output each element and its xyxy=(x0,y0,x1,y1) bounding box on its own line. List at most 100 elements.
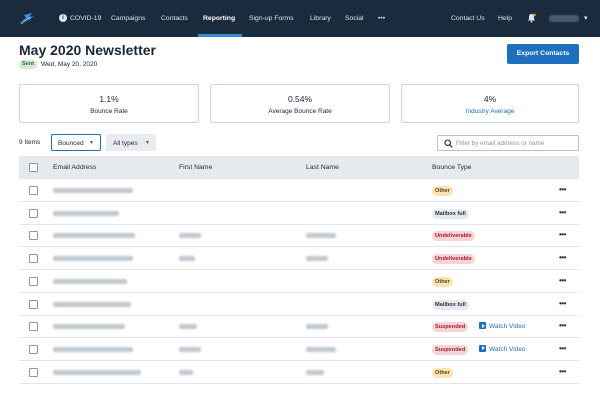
first-name-cell-redacted xyxy=(179,233,201,239)
last-name-cell-redacted xyxy=(306,233,336,239)
email-cell-redacted[interactable] xyxy=(53,188,133,193)
chevron-down-icon: ▾ xyxy=(90,140,94,146)
row-checkbox[interactable] xyxy=(29,322,38,332)
chevron-down-icon: ▾ xyxy=(146,140,150,146)
table-header: Email Address First Name Last Name Bounc… xyxy=(19,156,579,179)
nav-more[interactable]: ••• xyxy=(378,0,385,37)
email-cell-redacted[interactable] xyxy=(53,278,127,284)
row-checkbox[interactable] xyxy=(29,276,38,286)
last-name-cell-redacted xyxy=(306,346,336,352)
stat-value: 1.1% xyxy=(99,94,119,104)
row-checkbox[interactable] xyxy=(29,367,38,377)
row-more-actions-icon[interactable]: ••• xyxy=(559,253,566,263)
row-more-actions-icon[interactable]: ••• xyxy=(559,276,566,286)
row-checkbox[interactable] xyxy=(29,208,38,218)
column-bounce-type[interactable]: Bounce Type xyxy=(432,156,472,179)
watch-video-link[interactable]: Watch Video xyxy=(479,344,526,356)
nav-contact-us[interactable]: Contact Us xyxy=(451,0,485,37)
nav-covid[interactable]: COVID-19 xyxy=(70,0,101,37)
stat-label: Average Bounce Rate xyxy=(268,108,332,115)
column-first-name[interactable]: First Name xyxy=(179,156,212,179)
bounced-filter-label: Bounced xyxy=(58,140,84,147)
first-name-cell-redacted xyxy=(179,256,195,262)
user-menu[interactable] xyxy=(549,15,579,22)
items-count: 9 Items xyxy=(19,139,41,146)
nav-help[interactable]: Help xyxy=(498,0,512,37)
first-name-cell-redacted xyxy=(179,346,201,352)
column-last-name[interactable]: Last Name xyxy=(306,156,339,179)
row-checkbox[interactable] xyxy=(29,254,38,264)
email-cell-redacted[interactable] xyxy=(53,256,133,262)
email-cell-redacted[interactable] xyxy=(53,324,125,330)
top-nav: i COVID-19 Campaigns Contacts Reporting … xyxy=(0,0,600,37)
nav-contacts[interactable]: Contacts xyxy=(161,0,188,37)
chevron-down-icon[interactable]: ▾ xyxy=(584,14,588,22)
row-more-actions-icon[interactable]: ••• xyxy=(559,185,566,195)
stat-label: Bounce Rate xyxy=(90,108,128,115)
row-more-actions-icon[interactable]: ••• xyxy=(559,299,566,309)
bounce-type-badge: Other xyxy=(432,367,453,378)
notification-bell-icon[interactable] xyxy=(527,13,536,23)
email-cell-redacted[interactable] xyxy=(53,346,133,352)
column-email[interactable]: Email Address xyxy=(53,156,96,179)
bounce-type-badge: Undeliverable xyxy=(432,254,475,265)
table-row[interactable]: Undeliverable ••• xyxy=(19,225,579,248)
table-row[interactable]: Mailbox full ••• xyxy=(19,203,579,225)
row-more-actions-icon[interactable]: ••• xyxy=(559,344,566,354)
nav-library[interactable]: Library xyxy=(310,0,331,37)
bounce-type-badge: Other xyxy=(432,276,453,287)
nav-reporting[interactable]: Reporting xyxy=(203,0,235,37)
types-filter-select[interactable]: All types ▾ xyxy=(106,134,156,151)
bounce-type-badge: Undeliverable xyxy=(432,231,475,242)
table-row[interactable]: Suspended Watch Video ••• xyxy=(19,339,579,361)
nav-social[interactable]: Social xyxy=(345,0,364,37)
stat-card-average-bounce-rate: 0.54% Average Bounce Rate xyxy=(210,84,390,123)
last-name-cell-redacted xyxy=(306,256,328,262)
row-checkbox[interactable] xyxy=(29,299,38,309)
play-icon xyxy=(479,322,486,330)
bounced-filter-select[interactable]: Bounced ▾ xyxy=(51,134,101,151)
bounce-type-badge: Suspended xyxy=(432,344,469,355)
sent-date: Wed, May 20, 2020 xyxy=(41,61,98,68)
row-more-actions-icon[interactable]: ••• xyxy=(559,208,566,218)
row-checkbox[interactable] xyxy=(29,186,38,195)
row-checkbox[interactable] xyxy=(29,344,38,354)
info-icon: i xyxy=(59,14,67,22)
table-row[interactable]: Undeliverable ••• xyxy=(19,248,579,271)
watch-video-link[interactable]: Watch Video xyxy=(479,321,526,333)
email-cell-redacted[interactable] xyxy=(53,233,135,239)
table-row[interactable]: Mailbox full ••• xyxy=(19,294,579,316)
bounce-type-badge: Mailbox full xyxy=(432,299,469,310)
row-more-actions-icon[interactable]: ••• xyxy=(559,321,566,331)
play-icon xyxy=(479,344,486,352)
stat-card-industry-average: 4% Industry Average xyxy=(401,84,579,123)
first-name-cell-redacted xyxy=(179,369,193,375)
nav-campaigns[interactable]: Campaigns xyxy=(111,0,145,37)
email-cell-redacted[interactable] xyxy=(53,369,141,375)
stat-value: 4% xyxy=(483,94,497,104)
watch-video-label: Watch Video xyxy=(489,323,526,331)
table-row[interactable]: Other ••• xyxy=(19,271,579,293)
watch-video-label: Watch Video xyxy=(489,345,526,353)
export-contacts-button[interactable]: Export Contacts xyxy=(507,44,579,64)
bounce-type-badge: Other xyxy=(432,186,453,196)
table-row[interactable]: Other ••• xyxy=(19,180,579,202)
types-filter-label: All types xyxy=(113,140,138,147)
email-cell-redacted[interactable] xyxy=(53,301,131,307)
search-placeholder: Filter by email address or name xyxy=(456,140,545,147)
last-name-cell-redacted xyxy=(306,324,328,330)
row-checkbox[interactable] xyxy=(29,231,38,241)
row-more-actions-icon[interactable]: ••• xyxy=(559,230,566,240)
table-row[interactable]: Suspended Watch Video ••• xyxy=(19,316,579,339)
app-logo-icon[interactable] xyxy=(18,12,36,25)
stat-value: 0.54% xyxy=(287,94,313,104)
nav-signup-forms[interactable]: Sign-up Forms xyxy=(249,0,294,37)
bounce-type-badge: Mailbox full xyxy=(432,208,469,219)
search-input[interactable]: Filter by email address or name xyxy=(437,135,579,151)
select-all-checkbox[interactable] xyxy=(29,163,38,172)
row-more-actions-icon[interactable]: ••• xyxy=(559,367,566,377)
status-badge: Sent xyxy=(19,60,37,69)
industry-average-link[interactable]: Industry Average xyxy=(402,108,578,115)
table-row[interactable]: Other ••• xyxy=(19,362,579,384)
email-cell-redacted[interactable] xyxy=(53,210,119,216)
